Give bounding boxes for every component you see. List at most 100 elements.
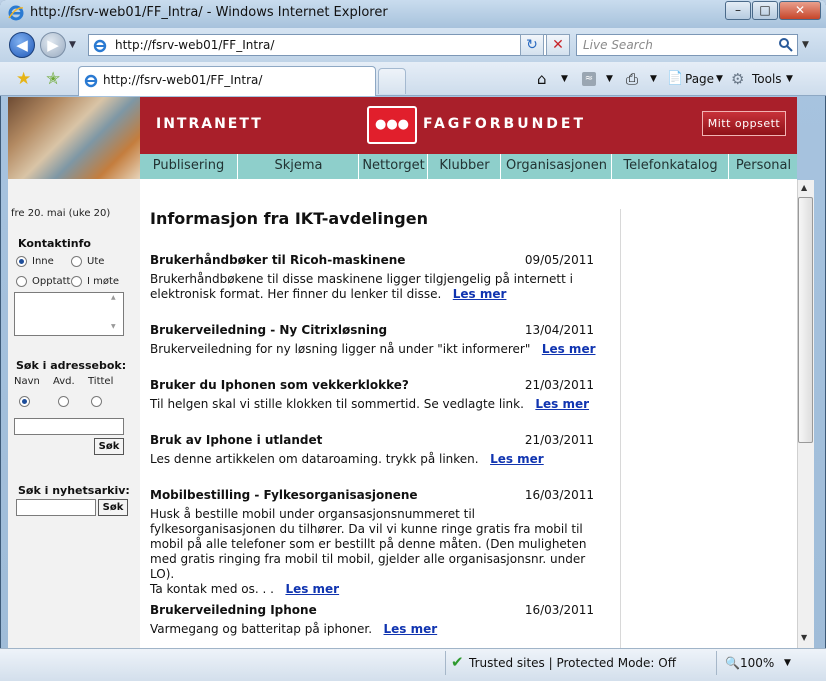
mitt-oppsett-button[interactable]: Mitt oppsett	[702, 111, 786, 136]
adressebok-radio-avd[interactable]	[58, 396, 69, 407]
close-button[interactable]: ✕	[779, 1, 821, 20]
status-option-label: Ute	[87, 256, 105, 267]
status-divider	[716, 651, 717, 675]
menu-item-publisering[interactable]: Publisering	[140, 154, 238, 179]
minimize-button[interactable]: –	[725, 1, 751, 20]
status-radio-i-mote[interactable]	[71, 276, 82, 287]
refresh-icon[interactable]: ↻	[520, 34, 544, 56]
home-dropdown-icon[interactable]: ▼	[561, 70, 568, 88]
favorites-star-icon[interactable]: ★	[16, 69, 31, 89]
gear-icon: ⚙	[731, 70, 745, 88]
current-date: fre 20. mai (uke 20)	[11, 208, 111, 219]
maximize-button[interactable]: □	[752, 1, 778, 20]
textarea-scroll-up-icon[interactable]: ▲	[111, 294, 116, 301]
tools-menu-dropdown-icon[interactable]: ▼	[786, 70, 793, 88]
status-bar	[0, 648, 826, 681]
page-icon	[93, 38, 107, 53]
zoom-dropdown-icon[interactable]: ▼	[784, 658, 791, 668]
page-menu-dropdown-icon[interactable]: ▼	[716, 70, 723, 88]
brand-name: FAGFORBUNDET	[423, 116, 587, 132]
menu-item-klubber[interactable]: Klubber	[429, 154, 501, 179]
search-options-dropdown-icon[interactable]: ▼	[802, 40, 809, 50]
adressebok-radio-tittel[interactable]	[91, 396, 102, 407]
menu-item-skjema[interactable]: Skjema	[239, 154, 359, 179]
home-icon[interactable]: ⌂	[537, 70, 547, 88]
scroll-up-icon[interactable]: ▲	[801, 183, 807, 192]
intranett-heading: INTRANETT	[156, 116, 263, 132]
news-summary: Brukerhåndbøkene til disse maskinene lig…	[150, 272, 573, 301]
les-mer-link[interactable]: Les mer	[535, 397, 589, 411]
les-mer-link[interactable]: Les mer	[384, 622, 438, 636]
print-dropdown-icon[interactable]: ▼	[650, 70, 657, 88]
adressebok-search-button[interactable]: Søk	[94, 438, 124, 455]
textarea-scroll-down-icon[interactable]: ▼	[111, 323, 116, 330]
forward-arrow-icon[interactable]: ▶	[40, 32, 66, 58]
page-menu[interactable]: Page	[685, 70, 714, 88]
news-summary: Husk å bestille mobil under organsasjons…	[150, 507, 587, 596]
news-section: Informasjon fra IKT-avdelingen Brukerhån…	[150, 179, 620, 648]
recent-pages-dropdown-icon[interactable]: ▼	[69, 40, 76, 50]
status-radio-inne[interactable]	[16, 256, 27, 267]
nyhetsarkiv-search-input[interactable]	[16, 499, 96, 516]
les-mer-link[interactable]: Les mer	[453, 287, 507, 301]
news-summary: Les denne artikkelen om dataroaming. try…	[150, 452, 544, 466]
news-date: 16/03/2011	[524, 488, 594, 502]
news-summary: Varmegang og batteritap på iphoner. Les …	[150, 622, 438, 636]
address-bar[interactable]: http://fsrv-web01/FF_Intra/	[88, 34, 568, 56]
main-menu: Publisering Skjema Nettorget Klubber Org…	[140, 154, 797, 179]
search-icon[interactable]	[778, 37, 794, 53]
zoom-level[interactable]: 100%	[740, 656, 774, 670]
back-arrow-icon[interactable]: ◀	[9, 32, 35, 58]
menu-item-nettorget[interactable]: Nettorget	[360, 154, 428, 179]
feeds-dropdown-icon[interactable]: ▼	[606, 70, 613, 88]
page-title: Informasjon fra IKT-avdelingen	[150, 209, 428, 228]
status-radio-ute[interactable]	[71, 256, 82, 267]
adressebok-column-tittel: Tittel	[88, 376, 114, 387]
news-date: 16/03/2011	[524, 603, 594, 617]
status-radio-opptatt[interactable]	[16, 276, 27, 287]
add-favorites-icon[interactable]: ✭	[46, 69, 60, 89]
header-photo	[8, 97, 140, 179]
menu-item-organisasjonen[interactable]: Organisasjonen	[502, 154, 612, 179]
new-tab-button[interactable]	[378, 68, 406, 94]
adressebok-search-input[interactable]	[14, 418, 124, 435]
nyhetsarkiv-search-button[interactable]: Søk	[98, 499, 128, 516]
adressebok-column-avd: Avd.	[53, 376, 75, 387]
fagforbundet-logo-icon: ●●●	[367, 106, 417, 144]
scrollbar-thumb[interactable]	[798, 197, 813, 443]
menu-item-personal[interactable]: Personal	[730, 154, 797, 179]
news-date: 13/04/2011	[524, 323, 594, 337]
feeds-icon[interactable]: ≈	[582, 72, 596, 86]
les-mer-link[interactable]: Les mer	[285, 582, 339, 596]
menu-item-telefonkatalog[interactable]: Telefonkatalog	[613, 154, 729, 179]
news-title[interactable]: Brukerveiledning - Ny Citrixløsning	[150, 323, 387, 337]
adressebok-radio-navn[interactable]	[19, 396, 30, 407]
news-title[interactable]: Bruk av Iphone i utlandet	[150, 433, 322, 447]
les-mer-link[interactable]: Les mer	[542, 342, 596, 356]
scroll-down-icon[interactable]: ▼	[801, 633, 807, 642]
zoom-icon: 🔍	[725, 656, 740, 670]
page-viewport: INTRANETT ●●● FAGFORBUNDET Mitt oppsett …	[8, 97, 797, 648]
kontaktinfo-label: Kontaktinfo	[18, 237, 91, 250]
page-menu-icon: 📄	[667, 71, 684, 86]
status-divider	[445, 651, 446, 675]
live-search-input[interactable]: Live Search	[576, 34, 798, 56]
news-title[interactable]: Brukerhåndbøker til Ricoh-maskinene	[150, 253, 405, 267]
tools-menu[interactable]: Tools	[752, 70, 782, 88]
status-option-label: Inne	[32, 256, 54, 267]
news-title[interactable]: Brukerveiledning Iphone	[150, 603, 317, 617]
stop-icon[interactable]: ✕	[546, 34, 570, 56]
security-zone[interactable]: Trusted sites | Protected Mode: Off	[469, 656, 676, 670]
tab-current-page[interactable]: http://fsrv-web01/FF_Intra/	[78, 66, 376, 96]
tab-page-icon	[84, 73, 98, 88]
status-option-label: I møte	[87, 276, 120, 287]
news-date: 09/05/2011	[524, 253, 594, 267]
news-title[interactable]: Bruker du Iphonen som vekkerklokke?	[150, 378, 409, 392]
print-icon[interactable]: ⎙	[626, 70, 638, 88]
status-message-textarea[interactable]	[14, 292, 124, 336]
adressebok-column-navn: Navn	[14, 376, 40, 387]
ie-icon	[8, 5, 24, 21]
news-title[interactable]: Mobilbestilling - Fylkesorganisasjonene	[150, 488, 418, 502]
les-mer-link[interactable]: Les mer	[490, 452, 544, 466]
news-summary: Til helgen skal vi stille klokken til so…	[150, 397, 590, 411]
